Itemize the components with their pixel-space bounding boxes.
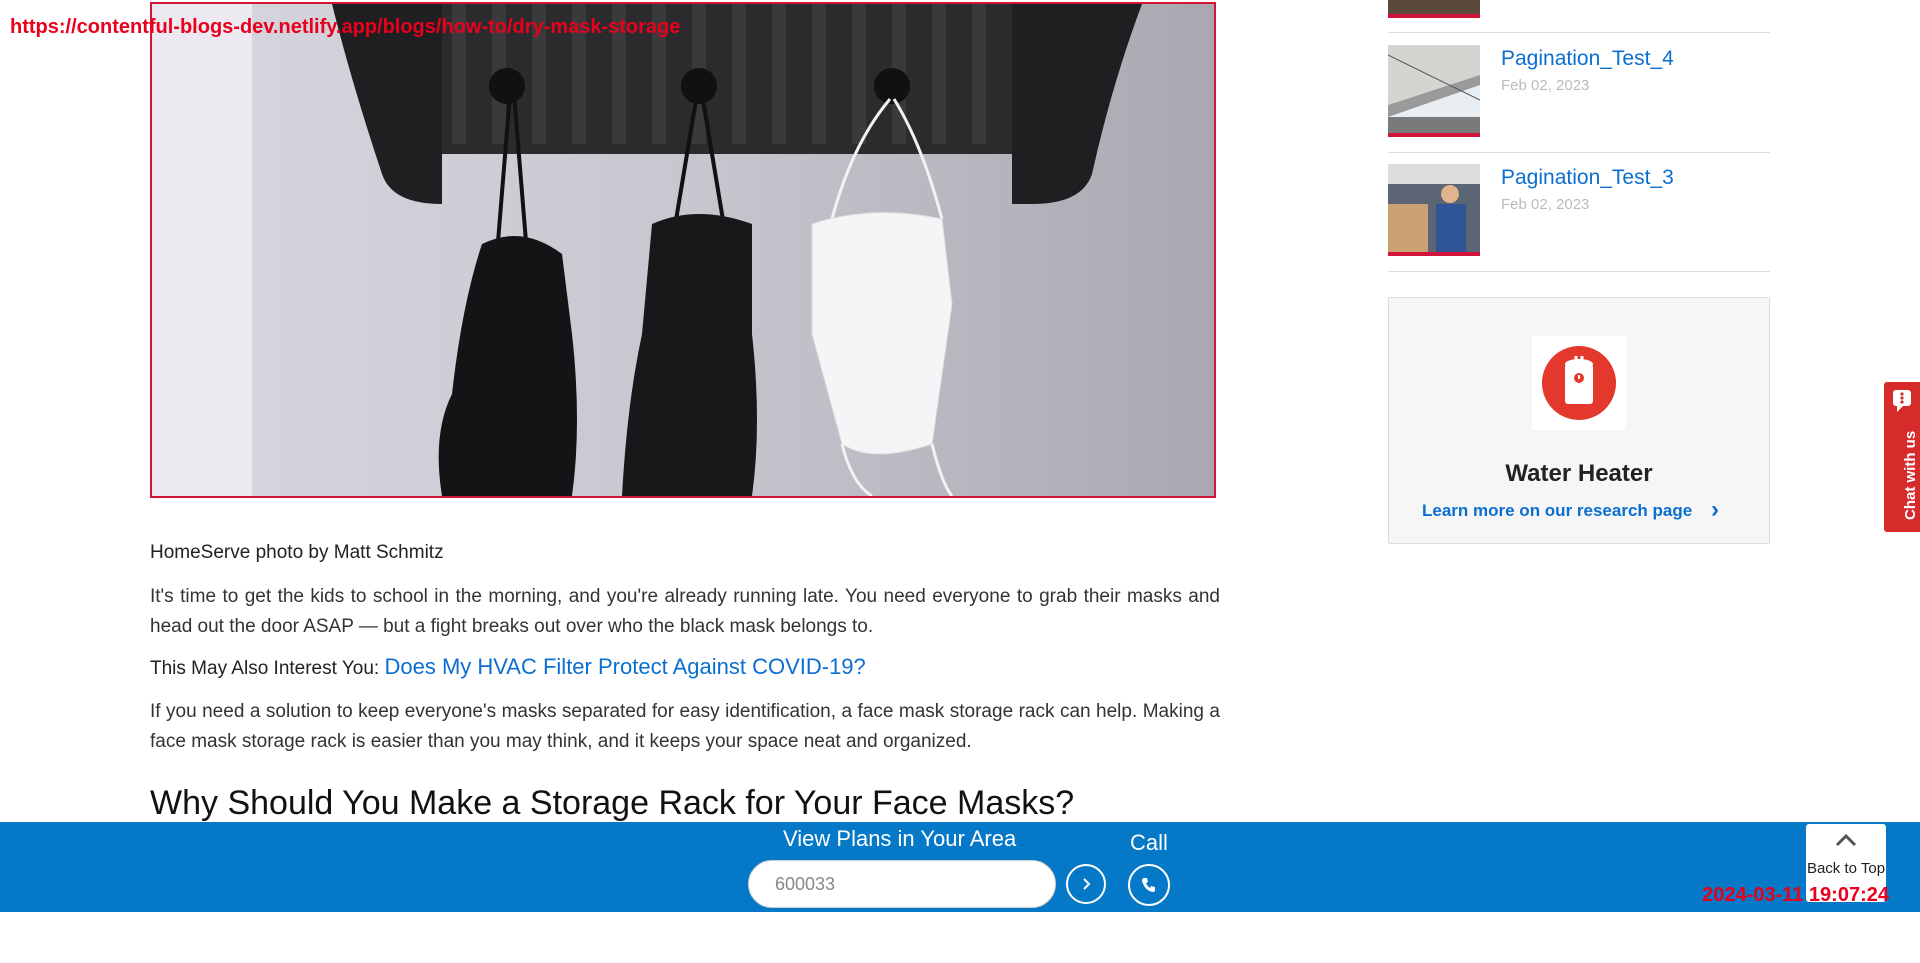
water-heater-icon	[1532, 336, 1626, 430]
url-overlay: https://contentful-blogs-dev.netlify.app…	[10, 16, 681, 38]
sidebar-item-date: Feb 02, 2023	[1501, 196, 1590, 213]
submit-zip-button[interactable]	[1066, 864, 1106, 904]
sidebar-thumbnail[interactable]	[1388, 164, 1480, 256]
article-hero-image	[150, 2, 1216, 498]
timestamp-overlay: 2024-03-11 19:07:24	[1702, 884, 1889, 906]
call-label: Call	[1130, 830, 1168, 855]
sidebar-thumbnail-partial[interactable]	[1388, 0, 1480, 18]
sidebar-item-title[interactable]: Pagination_Test_4	[1501, 47, 1674, 71]
phone-icon	[1142, 878, 1155, 892]
sidebar-item-pagination-test-4[interactable]: Pagination_Test_4 Feb 02, 2023	[1388, 33, 1770, 153]
photo-caption: HomeServe photo by Matt Schmitz	[150, 542, 444, 563]
sidebar-item-date: Feb 02, 2023	[1501, 77, 1590, 94]
view-plans-label: View Plans in Your Area	[783, 826, 1017, 851]
related-article-link[interactable]: Does My HVAC Filter Protect Against COVI…	[384, 654, 865, 679]
research-page-link[interactable]: Learn more on our research page	[1422, 501, 1692, 521]
zip-code-input[interactable]	[748, 860, 1056, 908]
water-heater-card[interactable]: Water Heater Learn more on our research …	[1388, 297, 1770, 544]
sidebar-thumbnail[interactable]	[1388, 45, 1480, 137]
chevron-right-icon[interactable]: ›	[1711, 496, 1719, 524]
chat-with-us-tab[interactable]: Chat with us	[1884, 382, 1920, 532]
bottom-plans-bar: View Plans in Your Area Call Back to Top	[0, 822, 1920, 912]
sidebar-item-title[interactable]: Pagination_Test_3	[1501, 166, 1674, 190]
chat-icon	[1893, 390, 1911, 412]
related-label: This May Also Interest You:	[150, 658, 380, 679]
sidebar-item-pagination-test-3[interactable]: Pagination_Test_3 Feb 02, 2023	[1388, 152, 1770, 272]
card-title: Water Heater	[1505, 460, 1653, 487]
chevron-right-icon	[1083, 878, 1091, 890]
call-button[interactable]	[1128, 864, 1170, 906]
article-paragraph-2: If you need a solution to keep everyone'…	[150, 701, 1220, 752]
related-link-block: This May Also Interest You: Does My HVAC…	[150, 654, 866, 680]
chat-label[interactable]: Chat with us	[1902, 431, 1919, 520]
chevron-up-icon	[1835, 833, 1857, 847]
article-paragraph-1: It's time to get the kids to school in t…	[150, 586, 1220, 637]
back-to-top-label[interactable]: Back to Top	[1806, 860, 1886, 878]
section-heading: Why Should You Make a Storage Rack for Y…	[150, 784, 1075, 822]
